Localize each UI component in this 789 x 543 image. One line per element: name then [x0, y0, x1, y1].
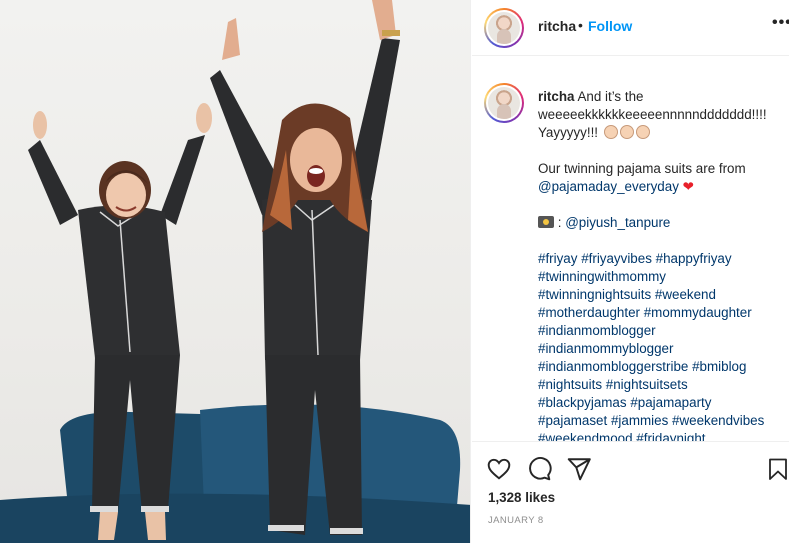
- hashtag-link[interactable]: #twinningwithmommy: [538, 269, 666, 284]
- hashtag-link[interactable]: #fridaynight: [636, 431, 705, 441]
- red-heart-icon: ❤: [682, 179, 694, 194]
- comment-bubble-icon[interactable]: [526, 456, 552, 482]
- hashtag-link[interactable]: #indianmomblogger: [538, 323, 656, 338]
- profile-avatar[interactable]: [484, 8, 524, 48]
- clapping-hands-icon: [635, 125, 650, 139]
- hashtag-link[interactable]: #indianmommyblogger: [538, 341, 673, 356]
- hashtag-link[interactable]: #friyay: [538, 251, 577, 266]
- hashtag-link[interactable]: #blackpyjamas: [538, 395, 627, 410]
- post-actions: 1,328 likes JANUARY 8: [472, 441, 789, 543]
- photo-illustration: [0, 0, 470, 543]
- hashtag-link[interactable]: #weekend: [655, 287, 716, 302]
- clapping-hands-icon: [619, 125, 634, 139]
- caption-text: ritcha And it’s the weeeeekkkkkkeeeeennn…: [538, 88, 782, 441]
- post-sidebar: ritcha • Follow ••• ritcha And it’s the …: [472, 0, 789, 543]
- bed: [0, 493, 470, 543]
- paper-plane-icon[interactable]: [566, 456, 592, 482]
- hashtag-link[interactable]: #nightsuits: [538, 377, 602, 392]
- hashtag-link[interactable]: #weekendmood: [538, 431, 633, 441]
- hashtag-link[interactable]: #pajamaparty: [630, 395, 711, 410]
- hashtag-list: #friyay #friyayvibes #happyfriyay #twinn…: [538, 250, 782, 441]
- photographer-mention-link[interactable]: @piyush_tanpure: [565, 215, 670, 230]
- more-options-icon[interactable]: •••: [772, 14, 789, 32]
- caption-username[interactable]: ritcha: [538, 89, 574, 104]
- hashtag-link[interactable]: #friyayvibes: [581, 251, 652, 266]
- heart-outline-icon[interactable]: [486, 456, 512, 482]
- camera-icon: [538, 216, 554, 228]
- caption-avatar[interactable]: [484, 83, 524, 123]
- post-header: ritcha • Follow •••: [472, 0, 789, 56]
- hashtag-link[interactable]: #motherdaughter: [538, 305, 640, 320]
- hashtag-link[interactable]: #nightsuitsets: [606, 377, 688, 392]
- hashtag-link[interactable]: #jammies: [611, 413, 668, 428]
- brand-mention-link[interactable]: @pajamaday_everyday: [538, 179, 679, 194]
- hashtag-link[interactable]: #happyfriyay: [656, 251, 732, 266]
- header-username[interactable]: ritcha: [538, 18, 576, 34]
- hashtag-link[interactable]: #indianmombloggerstribe: [538, 359, 688, 374]
- hashtag-link[interactable]: #mommydaughter: [644, 305, 752, 320]
- like-count[interactable]: 1,328 likes: [488, 490, 555, 505]
- hashtag-link[interactable]: #pajamaset: [538, 413, 607, 428]
- caption-section: ritcha And it’s the weeeeekkkkkkeeeeennn…: [472, 57, 789, 441]
- hashtag-link[interactable]: #twinningnightsuits: [538, 287, 651, 302]
- photo-credit-prefix: :: [557, 215, 562, 230]
- post-date[interactable]: JANUARY 8: [488, 515, 544, 526]
- bookmark-icon[interactable]: [766, 456, 789, 482]
- hashtag-link[interactable]: #weekendvibes: [672, 413, 764, 428]
- hashtag-link[interactable]: #bmiblog: [692, 359, 746, 374]
- follow-button[interactable]: Follow: [588, 18, 632, 34]
- post-photo[interactable]: [0, 0, 471, 543]
- clapping-hands-icon: [603, 125, 618, 139]
- header-separator-dot: •: [578, 17, 583, 33]
- caption-line-2: Our twinning pajama suits are from: [538, 161, 746, 176]
